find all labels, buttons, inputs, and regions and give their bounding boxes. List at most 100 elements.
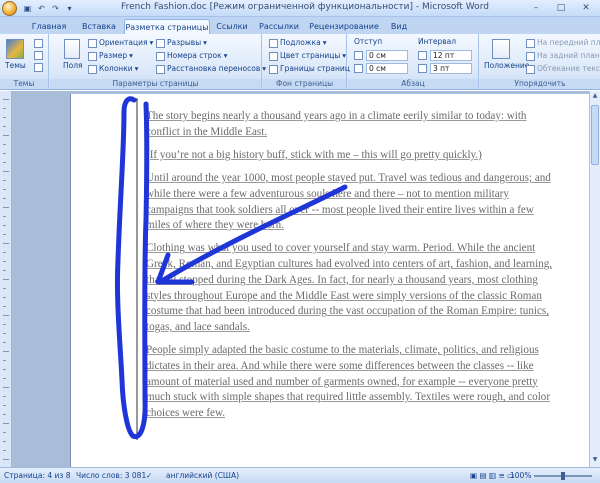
paragraph[interactable]: People simply adapted the basic costume …: [146, 343, 556, 422]
zoom-slider-knob[interactable]: [561, 472, 565, 480]
ruler-tick: [3, 405, 6, 406]
ruler-tick: [3, 234, 6, 235]
quick-access-toolbar: ▣ ↶ ↷ ▾: [22, 3, 75, 14]
indent-left-field[interactable]: 0 см: [366, 50, 408, 61]
print-layout-icon[interactable]: ▣: [470, 471, 477, 480]
line-numbers-button[interactable]: Номера строк ▾: [156, 51, 227, 61]
language-indicator[interactable]: английский (США): [166, 471, 239, 481]
save-icon[interactable]: ▣: [22, 3, 33, 14]
position-icon[interactable]: [492, 39, 510, 59]
outline-icon[interactable]: ≡: [498, 471, 504, 480]
breaks-button[interactable]: Разрывы ▾: [156, 38, 207, 48]
status-bar: Страница: 4 из 8 Число слов: 3 081 ✓ анг…: [0, 467, 600, 483]
document-text[interactable]: The story begins nearly a thousand years…: [146, 109, 556, 429]
size-button[interactable]: Размер ▾: [88, 51, 133, 61]
orientation-button[interactable]: Ориентация ▾: [88, 38, 153, 48]
document-workspace: The story begins nearly a thousand years…: [0, 91, 589, 470]
line-numbers-icon: [156, 51, 165, 61]
group-page-setup: Поля Ориентация ▾ Размер ▾ Колонки ▾ Разрыв…: [50, 34, 266, 90]
scroll-up-icon[interactable]: ▲: [591, 92, 599, 102]
tab-view[interactable]: Вид: [386, 19, 412, 34]
page-borders-button[interactable]: Границы страниц: [269, 64, 350, 74]
columns-button[interactable]: Колонки ▾: [88, 64, 138, 74]
text-wrap-button[interactable]: Обтекание текс: [526, 64, 600, 74]
web-layout-icon[interactable]: ▥: [489, 471, 496, 480]
tab-review[interactable]: Рецензирование: [308, 19, 380, 34]
paragraph[interactable]: The story begins nearly a thousand years…: [146, 109, 556, 140]
redo-icon[interactable]: ↷: [50, 3, 61, 14]
ruler-tick: [3, 396, 6, 397]
undo-icon[interactable]: ↶: [36, 3, 47, 14]
ruler-tick: [3, 117, 6, 118]
close-button[interactable]: ✕: [574, 1, 598, 15]
ruler-tick: [3, 126, 6, 127]
paragraph[interactable]: (If you’re not a big history buff, stick…: [146, 148, 556, 164]
watermark-button[interactable]: Подложка ▾: [269, 38, 326, 48]
office-button[interactable]: [2, 1, 17, 16]
zoom-level[interactable]: 100%: [510, 471, 531, 481]
bring-front-icon: [526, 38, 535, 48]
send-back-button[interactable]: На задний план: [526, 51, 600, 61]
proofing-icon[interactable]: ✓: [146, 471, 152, 481]
group-arrange: Положение На передний пл На задний план …: [480, 34, 600, 90]
ruler-tick: [3, 387, 9, 388]
paragraph[interactable]: Clothing was what you used to cover your…: [146, 241, 556, 335]
themes-icon[interactable]: [6, 39, 24, 59]
themes-button[interactable]: Темы: [5, 61, 26, 71]
hyphenation-button[interactable]: Расстановка переносов ▾: [156, 64, 266, 74]
theme-effects-icon[interactable]: [34, 63, 43, 72]
ruler-tick: [3, 144, 6, 145]
tab-references[interactable]: Ссылки: [214, 19, 250, 34]
page-count[interactable]: Страница: 4 из 8: [4, 471, 71, 481]
ruler-tick: [3, 288, 6, 289]
theme-colors-icon[interactable]: [34, 39, 43, 48]
vertical-scrollbar[interactable]: ▲ ▼: [589, 91, 600, 467]
paragraph[interactable]: Until around the year 1000, most people …: [146, 171, 556, 234]
ruler-tick: [3, 171, 9, 172]
customize-qat-icon[interactable]: ▾: [64, 3, 75, 14]
maximize-button[interactable]: □: [549, 1, 573, 15]
group-paragraph: Отступ Интервал 0 см 0 см 12 пт 3 пт Абз…: [348, 34, 479, 90]
ruler-tick: [3, 108, 6, 109]
indent-left-icon: [354, 51, 363, 60]
tab-home[interactable]: Главная: [30, 19, 68, 34]
vertical-ruler[interactable]: [0, 91, 12, 467]
window-controls: – □ ✕: [524, 1, 598, 15]
ruler-tick: [3, 189, 6, 190]
minimize-button[interactable]: –: [524, 1, 548, 15]
scroll-down-icon[interactable]: ▼: [591, 456, 599, 466]
tab-mailings[interactable]: Рассылки: [256, 19, 302, 34]
watermark-icon: [269, 38, 278, 48]
tab-page-layout[interactable]: Разметка страницы: [124, 19, 210, 34]
spacing-after-field[interactable]: 3 пт: [430, 63, 472, 74]
bring-front-button[interactable]: На передний пл: [526, 38, 600, 48]
ruler-tick: [3, 441, 6, 442]
page-borders-icon: [269, 64, 278, 74]
zoom-slider[interactable]: [534, 472, 592, 480]
ruler-tick: [3, 279, 9, 280]
ribbon-tabs: Главная Вставка Разметка страницы Ссылки…: [0, 17, 600, 34]
hyphenation-icon: [156, 64, 165, 74]
document-page[interactable]: The story begins nearly a thousand years…: [70, 94, 589, 470]
window-title: French Fashion.doc [Режим ограниченной ф…: [121, 2, 489, 12]
chevron-down-icon: ▾: [134, 64, 139, 73]
group-page-background: Подложка ▾ Цвет страницы ▾ Границы страниц…: [263, 34, 350, 90]
ruler-tick: [3, 216, 6, 217]
margins-button[interactable]: Поля: [63, 61, 83, 71]
margins-icon[interactable]: [64, 39, 80, 59]
ruler-tick: [3, 315, 9, 316]
tab-insert[interactable]: Вставка: [78, 19, 120, 34]
scroll-thumb[interactable]: [591, 105, 599, 165]
theme-fonts-icon[interactable]: [34, 51, 43, 60]
page-color-button[interactable]: Цвет страницы ▾: [269, 51, 346, 61]
group-label-page-setup: Параметры страницы: [50, 79, 261, 89]
spacing-before-field[interactable]: 12 пт: [430, 50, 472, 61]
full-screen-icon[interactable]: ▤: [479, 471, 486, 480]
ruler-tick: [3, 261, 6, 262]
indent-right-field[interactable]: 0 см: [366, 63, 408, 74]
word-count[interactable]: Число слов: 3 081: [76, 471, 146, 481]
ruler-tick: [3, 423, 9, 424]
ruler-tick: [3, 306, 6, 307]
ruler-tick: [3, 270, 6, 271]
position-button[interactable]: Положение: [484, 61, 529, 71]
